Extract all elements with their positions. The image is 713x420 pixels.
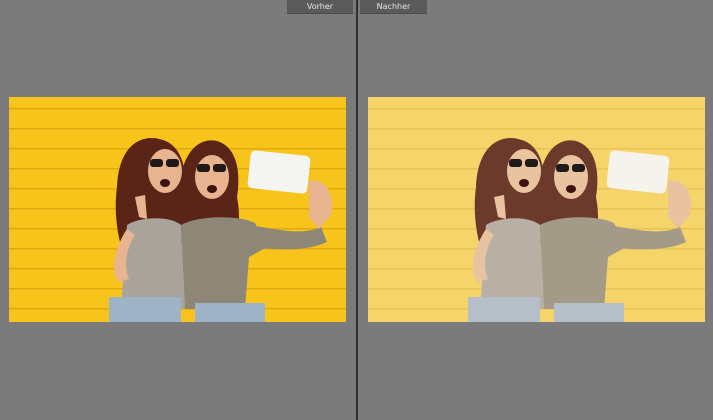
left-jeans	[109, 297, 181, 322]
after-label: Nachher	[360, 0, 427, 14]
right-sunglasses-r	[213, 164, 226, 172]
right-sunglasses-l	[197, 164, 210, 172]
wall-plank-line	[368, 128, 705, 130]
wall-plank-line	[9, 148, 346, 150]
right-mouth	[207, 185, 217, 193]
wall-plank-line	[368, 108, 705, 110]
left-sunglasses-l	[509, 159, 522, 167]
left-jeans	[468, 297, 540, 322]
before-label: Vorher	[287, 0, 353, 14]
wall-plank-line	[9, 108, 346, 110]
phone	[606, 150, 670, 194]
phone	[247, 150, 311, 194]
after-photo-image	[368, 97, 705, 322]
left-mouth	[160, 179, 170, 187]
right-jeans	[554, 303, 624, 322]
after-photo	[368, 97, 705, 322]
right-mouth	[566, 185, 576, 193]
left-mouth	[519, 179, 529, 187]
left-sunglasses-r	[525, 159, 538, 167]
before-photo	[9, 97, 346, 322]
wall-plank-line	[368, 148, 705, 150]
before-photo-image	[9, 97, 346, 322]
right-jeans	[195, 303, 265, 322]
wall-plank-line	[9, 128, 346, 130]
left-sunglasses-l	[150, 159, 163, 167]
right-sunglasses-r	[572, 164, 585, 172]
left-sunglasses-r	[166, 159, 179, 167]
right-sunglasses-l	[556, 164, 569, 172]
